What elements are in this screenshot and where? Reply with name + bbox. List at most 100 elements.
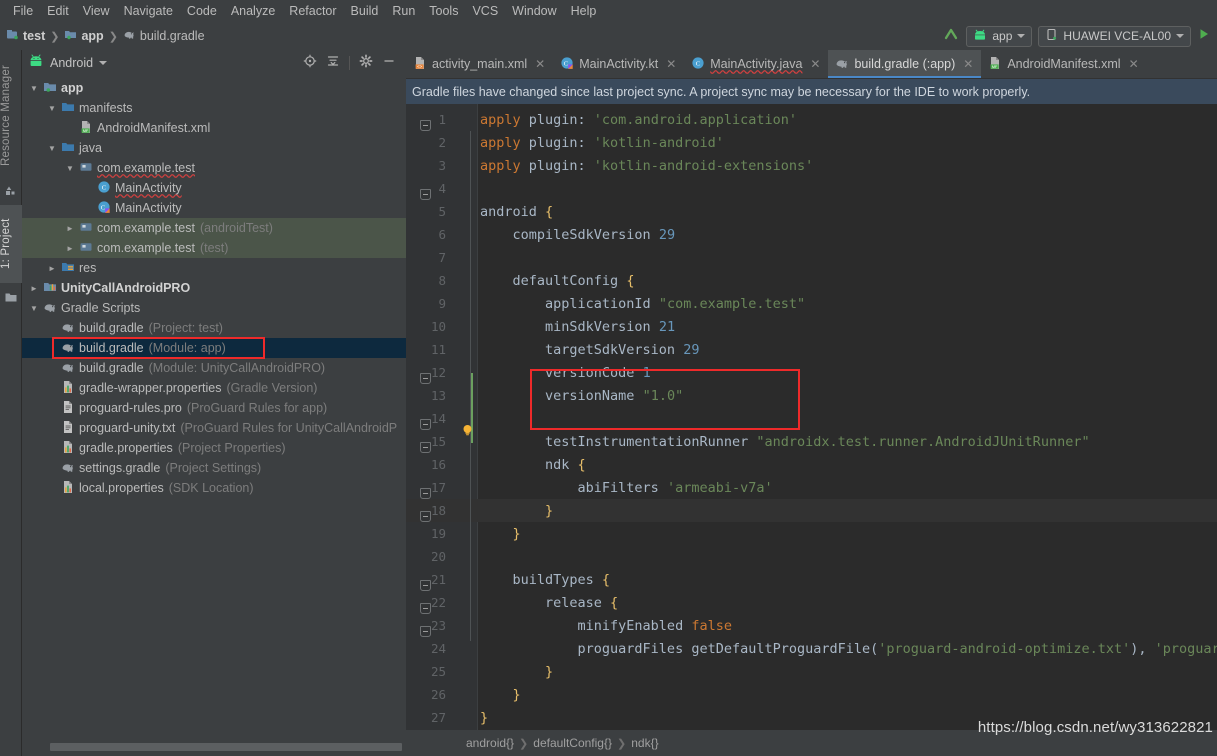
run-configuration-selector[interactable]: app: [966, 25, 1033, 47]
code-line[interactable]: 13 versionName "1.0": [406, 384, 1217, 407]
status-breadcrumb-item[interactable]: ndk{}: [631, 736, 658, 750]
editor-tab[interactable]: MF AndroidManifest.xml ✕: [981, 50, 1146, 78]
editor-tab[interactable]: build.gradle (:app) ✕: [828, 50, 982, 78]
menu-window[interactable]: Window: [505, 1, 563, 21]
status-breadcrumb-item[interactable]: android{}: [466, 736, 514, 750]
tree-row[interactable]: settings.gradle (Project Settings): [22, 458, 406, 478]
chevron-right-icon[interactable]: ►: [28, 284, 40, 293]
target-locate-icon[interactable]: [303, 54, 317, 73]
tool-window-resource-manager[interactable]: Resource Manager: [0, 54, 22, 176]
menu-file[interactable]: File: [6, 1, 40, 21]
code-line[interactable]: 3 apply plugin: 'kotlin-android-extension…: [406, 154, 1217, 177]
menu-edit[interactable]: Edit: [40, 1, 76, 21]
tree-row[interactable]: build.gradle (Module: app): [22, 337, 406, 359]
project-view-selector-label[interactable]: Android: [50, 56, 93, 70]
code-line[interactable]: 20: [406, 545, 1217, 568]
code-line[interactable]: 4: [406, 177, 1217, 200]
tree-row[interactable]: ▼ java: [22, 138, 406, 158]
code-line[interactable]: 24 proguardFiles getDefaultProguardFile(…: [406, 637, 1217, 660]
code-line[interactable]: 12 versionCode 1: [406, 361, 1217, 384]
breadcrumb-item-module[interactable]: app: [64, 28, 104, 44]
fold-marker-line8[interactable]: [420, 189, 431, 200]
tree-row[interactable]: ▼ app: [22, 78, 406, 98]
code-line[interactable]: 10 minSdkVersion 21: [406, 315, 1217, 338]
fold-marker-line25[interactable]: [420, 580, 431, 591]
fold-marker-line22[interactable]: [420, 511, 431, 522]
chevron-right-icon[interactable]: ►: [46, 264, 58, 273]
breadcrumb-item-file[interactable]: build.gradle: [123, 28, 205, 44]
editor-tab[interactable]: <> activity_main.xml ✕: [406, 50, 553, 78]
menu-run[interactable]: Run: [385, 1, 422, 21]
fold-marker-line27[interactable]: [420, 626, 431, 637]
chevron-down-icon[interactable]: [99, 61, 108, 65]
tree-row[interactable]: MF AndroidManifest.xml: [22, 118, 406, 138]
tree-row[interactable]: gradle-wrapper.properties (Gradle Version…: [22, 378, 406, 398]
code-line[interactable]: 26 }: [406, 683, 1217, 706]
project-tree-hscrollbar[interactable]: [50, 743, 402, 751]
tree-row[interactable]: local.properties (SDK Location): [22, 478, 406, 498]
code-line[interactable]: 18 }: [406, 499, 1217, 522]
tree-row[interactable]: proguard-unity.txt (ProGuard Rules for Un…: [22, 418, 406, 438]
code-line[interactable]: 1 apply plugin: 'com.android.application': [406, 108, 1217, 131]
project-tree[interactable]: ▼ app ▼ manifests MF AndroidManifest.xml ▼ java…: [22, 76, 406, 756]
breadcrumb-item-project[interactable]: test: [6, 28, 45, 44]
tree-row[interactable]: ▼ Gradle Scripts: [22, 298, 406, 318]
code-line[interactable]: 15 testInstrumentationRunner "androidx.t…: [406, 430, 1217, 453]
code-line[interactable]: 22 release {: [406, 591, 1217, 614]
menu-vcs[interactable]: VCS: [465, 1, 505, 21]
run-play-icon[interactable]: [1197, 27, 1215, 46]
code-line[interactable]: 19 }: [406, 522, 1217, 545]
chevron-down-icon[interactable]: ▼: [28, 84, 40, 93]
fold-marker-line16[interactable]: [420, 373, 431, 384]
fold-marker-line5[interactable]: [420, 120, 431, 131]
tree-row[interactable]: ► res: [22, 258, 406, 278]
chevron-right-icon[interactable]: ►: [64, 244, 76, 253]
fold-marker-line18[interactable]: [420, 419, 431, 430]
menu-tools[interactable]: Tools: [422, 1, 465, 21]
tree-row[interactable]: ► UnityCallAndroidPRO: [22, 278, 406, 298]
tree-row[interactable]: ▼ com.example.test: [22, 158, 406, 178]
fold-marker-line21[interactable]: [420, 488, 431, 499]
tree-row[interactable]: ▼ manifests: [22, 98, 406, 118]
menu-code[interactable]: Code: [180, 1, 224, 21]
code-line[interactable]: 8 defaultConfig {: [406, 269, 1217, 292]
code-line[interactable]: 5 android {: [406, 200, 1217, 223]
close-icon[interactable]: ✕: [666, 57, 676, 71]
tool-window-project[interactable]: 1: Project: [0, 205, 22, 283]
collapse-all-icon[interactable]: [326, 54, 340, 73]
sync-arrow-icon[interactable]: [942, 25, 960, 48]
close-icon[interactable]: ✕: [963, 57, 973, 71]
scrollbar-thumb[interactable]: [50, 743, 402, 751]
menu-analyze[interactable]: Analyze: [224, 1, 282, 21]
code-line[interactable]: 7: [406, 246, 1217, 269]
intention-bulb-icon[interactable]: [461, 424, 472, 436]
menu-view[interactable]: View: [76, 1, 117, 21]
code-line[interactable]: 11 targetSdkVersion 29: [406, 338, 1217, 361]
code-line[interactable]: 9 applicationId "com.example.test": [406, 292, 1217, 315]
code-editor[interactable]: 1 apply plugin: 'com.android.application'…: [406, 104, 1217, 730]
settings-gear-icon[interactable]: [359, 54, 373, 73]
code-line[interactable]: 2 apply plugin: 'kotlin-android': [406, 131, 1217, 154]
tree-row[interactable]: proguard-rules.pro (ProGuard Rules for ap…: [22, 398, 406, 418]
code-line[interactable]: 16 ndk {: [406, 453, 1217, 476]
code-line[interactable]: 23 minifyEnabled false: [406, 614, 1217, 637]
menu-navigate[interactable]: Navigate: [117, 1, 180, 21]
code-line[interactable]: 17 abiFilters 'armeabi-v7a': [406, 476, 1217, 499]
code-line[interactable]: 6 compileSdkVersion 29: [406, 223, 1217, 246]
status-breadcrumb-item[interactable]: defaultConfig{}: [533, 736, 612, 750]
editor-tab[interactable]: C MainActivity.kt ✕: [553, 50, 684, 78]
menu-refactor[interactable]: Refactor: [282, 1, 343, 21]
tree-row[interactable]: build.gradle (Project: test): [22, 318, 406, 338]
code-line[interactable]: 14: [406, 407, 1217, 430]
close-icon[interactable]: ✕: [1129, 57, 1139, 71]
device-selector[interactable]: HUAWEI VCE-AL00: [1038, 25, 1191, 47]
menu-build[interactable]: Build: [344, 1, 386, 21]
code-line[interactable]: 25 }: [406, 660, 1217, 683]
tree-row[interactable]: gradle.properties (Project Properties): [22, 438, 406, 458]
editor-tab[interactable]: C MainActivity.java ✕: [684, 50, 828, 78]
tree-row[interactable]: C MainActivity: [22, 178, 406, 198]
tree-row[interactable]: ► com.example.test (androidTest): [22, 218, 406, 238]
tree-row[interactable]: ► com.example.test (test): [22, 238, 406, 258]
chevron-down-icon[interactable]: ▼: [46, 104, 58, 113]
close-icon[interactable]: ✕: [535, 57, 545, 71]
